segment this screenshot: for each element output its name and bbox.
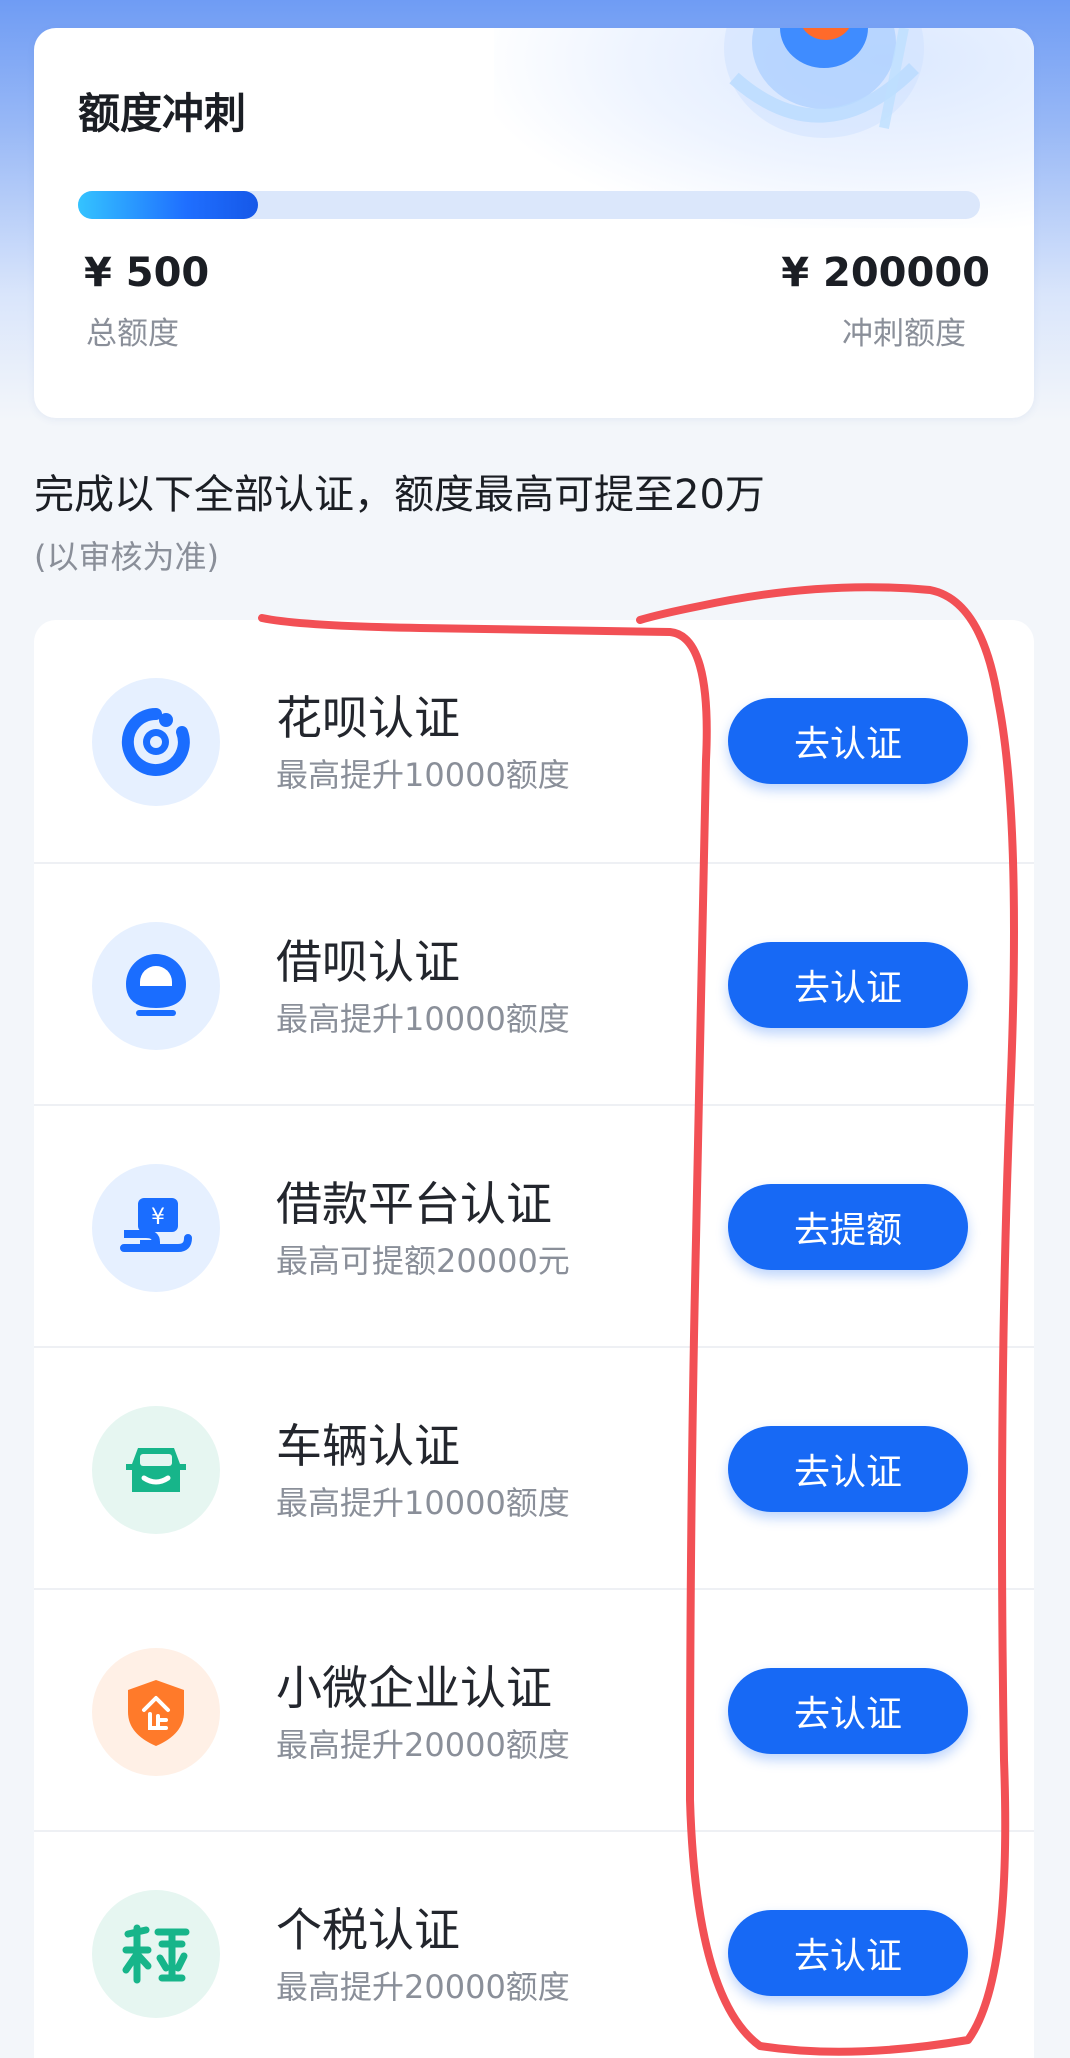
huabei-icon (92, 678, 220, 806)
item-title: 借款平台认证 (276, 1177, 552, 1231)
item-subtitle: 最高提升10000额度 (276, 1000, 570, 1038)
car-icon (92, 1406, 220, 1534)
list-item-jiebei: 借呗认证 最高提升10000额度 去认证 (34, 862, 1034, 1104)
svg-text:¥: ¥ (151, 1205, 165, 1230)
item-subtitle: 最高提升20000额度 (276, 1726, 570, 1764)
boost-quota-amount: ¥ 200000 (781, 250, 990, 296)
quota-boost-card: 额度冲刺 ¥ 500 ¥ 200000 总额度 冲刺额度 (34, 28, 1034, 418)
certification-list: 花呗认证 最高提升10000额度 去认证 借呗认证 最高提升10000额度 去认… (34, 620, 1034, 2058)
review-note: (以审核为准) (34, 538, 219, 576)
jiebei-icon (92, 922, 220, 1050)
quota-progress-fill (78, 191, 259, 219)
enterprise-certify-button[interactable]: 去认证 (728, 1668, 968, 1754)
boost-quota-label: 冲刺额度 (842, 316, 966, 352)
certification-headline: 完成以下全部认证，额度最高可提至20万 (34, 472, 765, 518)
list-item-car: 车辆认证 最高提升10000额度 去认证 (34, 1346, 1034, 1588)
list-item-huabei: 花呗认证 最高提升10000额度 去认证 (34, 620, 1034, 862)
quota-card-title: 额度冲刺 (78, 89, 247, 138)
tax-certify-button[interactable]: 去认证 (728, 1910, 968, 1996)
item-subtitle: 最高提升10000额度 (276, 756, 570, 794)
item-title: 个税认证 (276, 1903, 460, 1957)
car-certify-button[interactable]: 去认证 (728, 1426, 968, 1512)
loan-platform-raise-button[interactable]: 去提额 (728, 1184, 968, 1270)
total-quota-label: 总额度 (86, 316, 179, 352)
loan-platform-icon: ¥ (92, 1164, 220, 1292)
list-item-tax: 个税认证 最高提升20000额度 去认证 (34, 1830, 1034, 2058)
target-decoration-icon (724, 28, 924, 138)
list-item-enterprise: 小微企业认证 最高提升20000额度 去认证 (34, 1588, 1034, 1830)
list-item-loan-platform: ¥ 借款平台认证 最高可提额20000元 去提额 (34, 1104, 1034, 1346)
jiebei-certify-button[interactable]: 去认证 (728, 942, 968, 1028)
huabei-certify-button[interactable]: 去认证 (728, 698, 968, 784)
quota-progress-bar (78, 191, 980, 219)
item-title: 小微企业认证 (276, 1661, 552, 1715)
item-subtitle: 最高可提额20000元 (276, 1242, 570, 1280)
item-title: 车辆认证 (276, 1419, 460, 1473)
enterprise-shield-icon (92, 1648, 220, 1776)
item-title: 借呗认证 (276, 935, 460, 989)
tax-icon (92, 1890, 220, 2018)
item-title: 花呗认证 (276, 691, 460, 745)
item-subtitle: 最高提升10000额度 (276, 1484, 570, 1522)
item-subtitle: 最高提升20000额度 (276, 1968, 570, 2006)
total-quota-amount: ¥ 500 (84, 250, 210, 296)
